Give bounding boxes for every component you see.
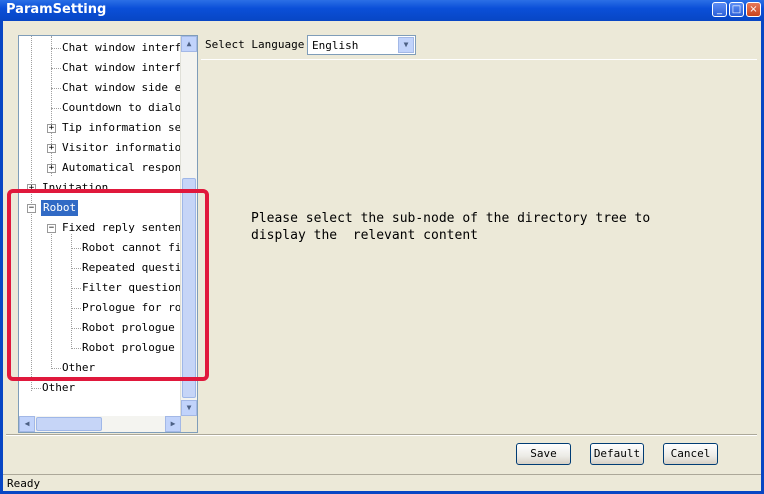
scroll-thumb[interactable] bbox=[36, 417, 102, 431]
scrollbar-corner bbox=[181, 416, 197, 432]
save-button[interactable]: Save bbox=[516, 443, 571, 465]
tree-horizontal-scrollbar[interactable]: ◀ ▶ bbox=[19, 416, 181, 432]
close-button[interactable]: × bbox=[746, 2, 761, 17]
scroll-down-icon[interactable]: ▼ bbox=[181, 400, 197, 416]
language-select[interactable]: English ▼ bbox=[307, 35, 416, 55]
tree-item[interactable]: Chat window interfac bbox=[62, 60, 194, 76]
divider bbox=[6, 434, 757, 436]
minimize-button[interactable]: _ bbox=[712, 2, 727, 17]
scroll-left-icon[interactable]: ◀ bbox=[19, 416, 35, 432]
chevron-down-icon[interactable]: ▼ bbox=[398, 37, 414, 53]
tree-item[interactable]: Chat window interfac bbox=[62, 40, 194, 56]
title-bar: ParamSetting _ □ × bbox=[0, 0, 764, 21]
tree-line bbox=[51, 108, 61, 109]
default-button[interactable]: Default bbox=[590, 443, 644, 465]
tree-line bbox=[51, 48, 61, 49]
tree-item[interactable]: Visitor information bbox=[62, 140, 188, 156]
tree-item[interactable]: Tip information sett bbox=[62, 120, 194, 136]
tree-item[interactable]: Automatical response bbox=[62, 160, 194, 176]
scroll-right-icon[interactable]: ▶ bbox=[165, 416, 181, 432]
expand-icon[interactable]: + bbox=[47, 144, 56, 153]
tree-line bbox=[51, 88, 61, 89]
instruction-message: Please select the sub-node of the direct… bbox=[251, 211, 651, 243]
language-select-value: English bbox=[312, 39, 359, 52]
expand-icon[interactable]: + bbox=[47, 164, 56, 173]
language-label: Select Language bbox=[205, 38, 305, 51]
tree-item[interactable]: Other bbox=[42, 380, 75, 396]
cancel-button[interactable]: Cancel bbox=[663, 443, 718, 465]
tree-item[interactable]: Chat window side edg bbox=[62, 80, 194, 96]
tree-item[interactable]: Countdown to dialog bbox=[62, 100, 188, 116]
annotation-highlight-box bbox=[7, 189, 209, 381]
status-bar: Ready bbox=[3, 474, 761, 491]
tree-line bbox=[51, 68, 61, 69]
divider bbox=[201, 59, 757, 60]
maximize-button[interactable]: □ bbox=[729, 2, 744, 17]
scroll-up-icon[interactable]: ▲ bbox=[181, 36, 197, 52]
tree-line bbox=[31, 388, 41, 389]
window-title: ParamSetting bbox=[6, 2, 107, 17]
expand-icon[interactable]: + bbox=[47, 124, 56, 133]
tree-line bbox=[51, 36, 52, 176]
